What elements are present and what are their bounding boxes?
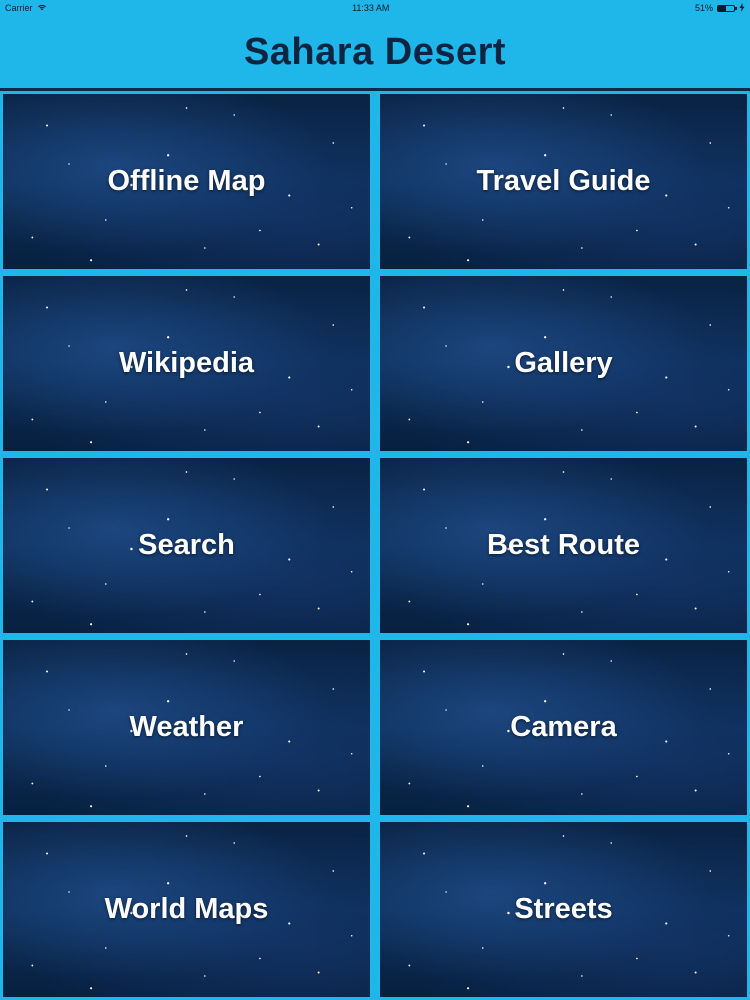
tile-search[interactable]: Search [3, 458, 370, 633]
app-header: Sahara Desert [0, 16, 750, 88]
tile-label: Camera [510, 711, 617, 743]
tile-streets[interactable]: Streets [380, 822, 747, 997]
menu-grid: Offline Map Travel Guide Wikipedia Galle… [3, 94, 747, 997]
tile-weather[interactable]: Weather [3, 640, 370, 815]
tile-label: World Maps [104, 893, 269, 925]
status-left: Carrier [5, 3, 47, 13]
tile-label: Weather [129, 711, 244, 743]
tile-camera[interactable]: Camera [380, 640, 747, 815]
tile-label: Best Route [486, 529, 641, 561]
tile-best-route[interactable]: Best Route [380, 458, 747, 633]
battery-icon [716, 4, 737, 12]
tile-label: Wikipedia [118, 347, 255, 379]
status-right: 51% [694, 2, 745, 14]
tile-gallery[interactable]: Gallery [380, 276, 747, 451]
status-time: 11:33 AM [352, 3, 390, 13]
charging-bolt-icon [739, 2, 745, 14]
tile-label: Offline Map [107, 165, 266, 197]
wifi-icon [37, 3, 47, 13]
page-title: Sahara Desert [243, 30, 507, 73]
tile-offline-map[interactable]: Offline Map [3, 94, 370, 269]
tile-label: Search [138, 529, 235, 561]
status-bar: Carrier 11:33 AM 51% [0, 0, 750, 16]
tile-label: Streets [514, 893, 613, 925]
carrier-label: Carrier [5, 3, 33, 13]
tile-wikipedia[interactable]: Wikipedia [3, 276, 370, 451]
battery-percent: 51% [694, 3, 713, 13]
tile-label: Gallery [514, 347, 613, 379]
tile-world-maps[interactable]: World Maps [3, 822, 370, 997]
tile-label: Travel Guide [476, 165, 651, 197]
tile-travel-guide[interactable]: Travel Guide [380, 94, 747, 269]
header-divider [0, 88, 750, 91]
